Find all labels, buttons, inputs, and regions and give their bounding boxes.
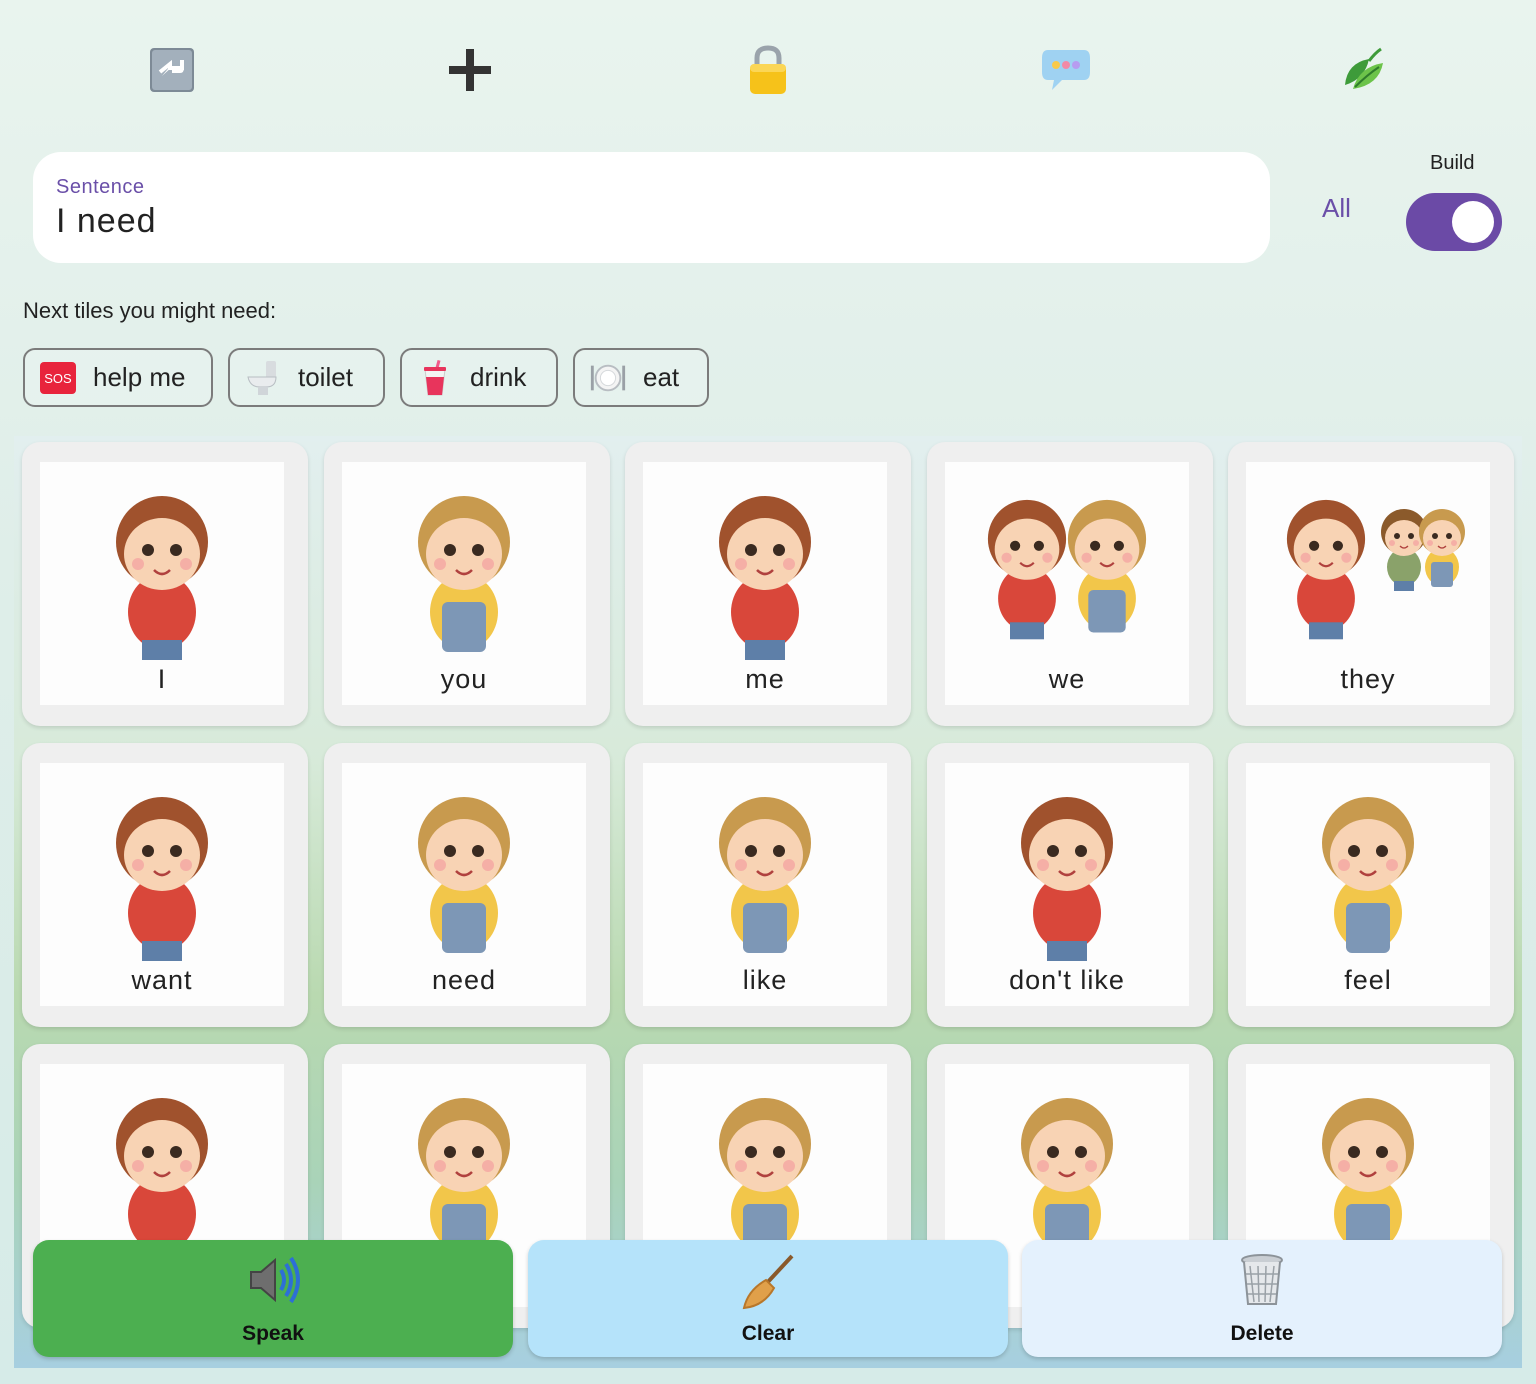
- tile-card: I: [40, 462, 284, 705]
- tile-card: you: [342, 462, 586, 705]
- leaf-icon[interactable]: [1334, 40, 1394, 100]
- word-tile[interactable]: like: [625, 743, 911, 1027]
- tile-grid: Iyou me we they want need like don't like feel: [14, 436, 1522, 1368]
- plate-icon: [589, 359, 627, 397]
- svg-text:SOS: SOS: [44, 371, 72, 386]
- child-illustration: [1246, 1064, 1490, 1269]
- sos-icon: SOS: [39, 359, 77, 397]
- child-illustration: [342, 763, 586, 968]
- word-tile[interactable]: we: [927, 442, 1213, 726]
- chip-label: toilet: [298, 362, 353, 392]
- sentence-label: Sentence: [56, 176, 145, 198]
- tile-card: they: [1246, 462, 1490, 705]
- delete-label: Delete: [1230, 1322, 1294, 1345]
- word-tile[interactable]: need: [324, 743, 610, 1027]
- sentence-field[interactable]: Sentence I need: [33, 152, 1270, 263]
- word-tile[interactable]: want: [22, 743, 308, 1027]
- child-illustration: [342, 1064, 586, 1269]
- child-illustration: [40, 462, 284, 667]
- child-illustration: [945, 763, 1189, 968]
- speech-bubble-icon[interactable]: [1036, 40, 1096, 100]
- tile-label: like: [742, 965, 788, 995]
- child-illustration: [945, 462, 1189, 667]
- chip-label: drink: [470, 362, 527, 392]
- trash-can-icon: [1232, 1250, 1292, 1310]
- child-illustration: [40, 763, 284, 968]
- word-tile[interactable]: don't like: [927, 743, 1213, 1027]
- sentence-text: I need: [56, 202, 157, 240]
- word-tile[interactable]: I: [22, 442, 308, 726]
- child-illustration: [945, 1064, 1189, 1269]
- tile-label: we: [1048, 664, 1086, 694]
- speak-button[interactable]: Speak: [33, 1240, 513, 1357]
- clear-label: Clear: [741, 1322, 795, 1345]
- padlock-icon[interactable]: [738, 40, 798, 100]
- word-tile[interactable]: feel: [1228, 743, 1514, 1027]
- delete-button[interactable]: Delete: [1022, 1240, 1502, 1357]
- tile-card: want: [40, 763, 284, 1006]
- plus-icon[interactable]: [440, 40, 500, 100]
- tile-label: feel: [1344, 965, 1392, 995]
- tile-label: you: [440, 664, 488, 694]
- tile-label: need: [431, 965, 497, 995]
- tile-label: they: [1340, 664, 1396, 694]
- word-tile[interactable]: you: [324, 442, 610, 726]
- word-tile[interactable]: me: [625, 442, 911, 726]
- broom-icon: [738, 1250, 798, 1310]
- tile-card: need: [342, 763, 586, 1006]
- child-illustration: [40, 1064, 284, 1269]
- child-illustration: [1246, 763, 1490, 968]
- child-illustration: [643, 462, 887, 667]
- suggestion-chip-help-me[interactable]: SOS help me: [23, 348, 213, 407]
- speak-label: Speak: [242, 1322, 304, 1345]
- toilet-icon: [244, 359, 282, 397]
- suggestions-label: Next tiles you might need:: [23, 298, 277, 323]
- tile-label: don't like: [1009, 965, 1125, 995]
- chip-label: help me: [93, 362, 186, 392]
- toggle-knob: [1452, 201, 1494, 243]
- speaker-icon: [243, 1250, 303, 1310]
- top-toolbar: [0, 30, 1536, 110]
- all-button[interactable]: All: [1322, 193, 1351, 224]
- tile-card: me: [643, 462, 887, 705]
- suggestion-chip-drink[interactable]: drink: [400, 348, 558, 407]
- tile-card: we: [945, 462, 1189, 705]
- tile-label: want: [131, 965, 193, 995]
- tile-card: like: [643, 763, 887, 1006]
- child-illustration: [643, 1064, 887, 1269]
- cup-icon: [416, 359, 454, 397]
- child-illustration: [342, 462, 586, 667]
- build-label: Build: [1430, 152, 1475, 174]
- suggestion-chip-eat[interactable]: eat: [573, 348, 709, 407]
- clear-button[interactable]: Clear: [528, 1240, 1008, 1357]
- child-illustration: [643, 763, 887, 968]
- chip-label: eat: [643, 362, 680, 392]
- tile-label: me: [745, 664, 785, 694]
- tile-card: feel: [1246, 763, 1490, 1006]
- return-icon[interactable]: [142, 40, 202, 100]
- child-illustration: [1246, 462, 1490, 667]
- suggestion-chip-toilet[interactable]: toilet: [228, 348, 385, 407]
- word-tile[interactable]: they: [1228, 442, 1514, 726]
- build-toggle[interactable]: [1406, 193, 1502, 251]
- tile-card: don't like: [945, 763, 1189, 1006]
- tile-label: I: [157, 664, 167, 694]
